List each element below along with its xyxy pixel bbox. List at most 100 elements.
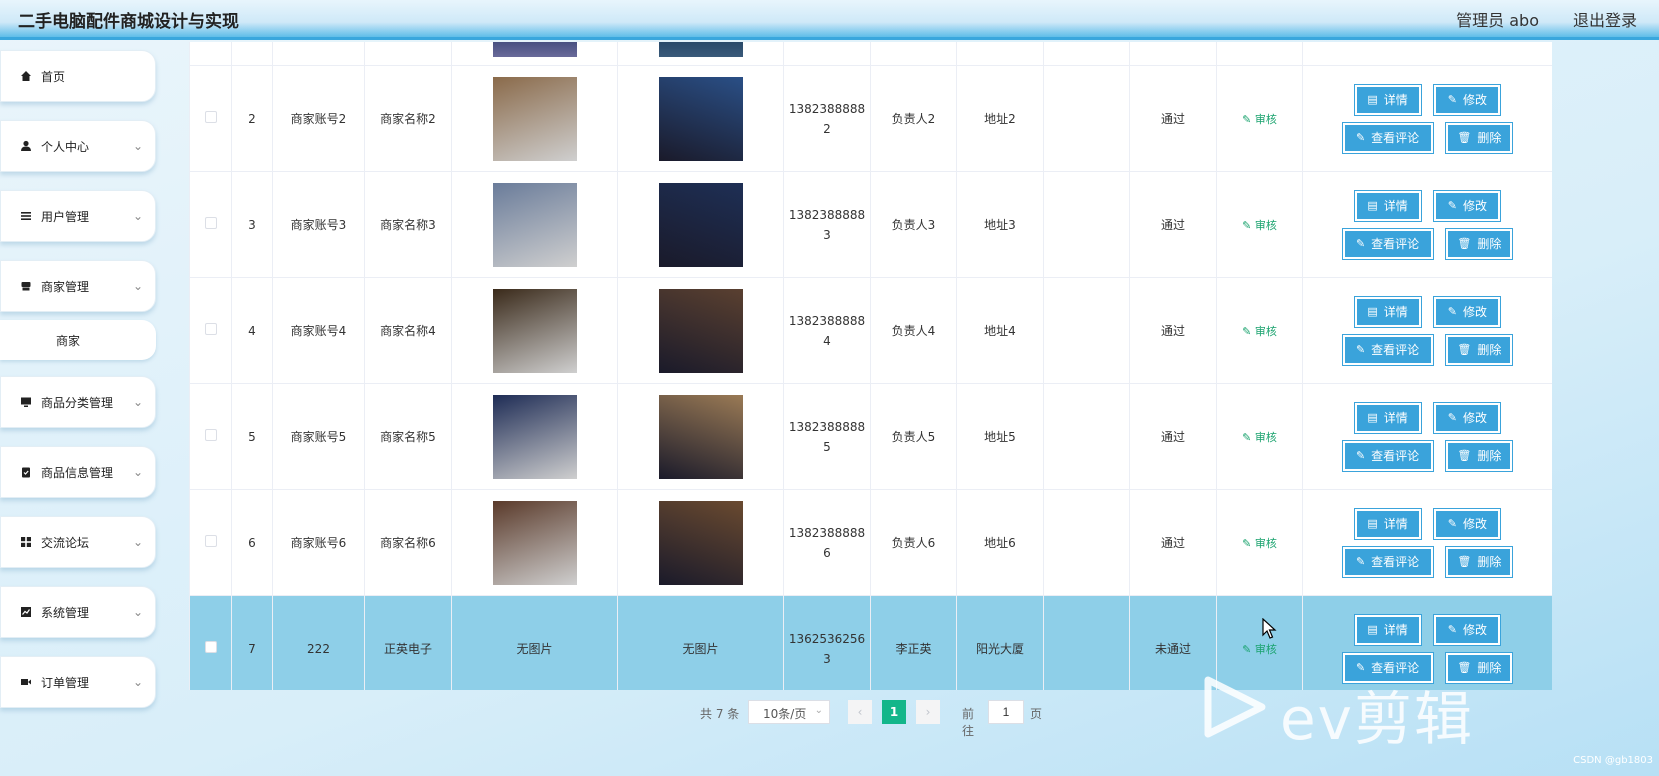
row-checkbox[interactable] xyxy=(204,535,217,547)
table-cell: 商家账号4 xyxy=(272,277,365,384)
audit-link[interactable]: ✎ 审核 xyxy=(1242,219,1277,232)
merchant-phone: 1362536256 3 xyxy=(788,631,866,666)
sidebar-item-category-management[interactable]: 商品分类管理 ⌄ xyxy=(0,376,156,428)
sidebar-item-personal-center[interactable]: 个人中心 ⌄ xyxy=(0,120,156,172)
chevron-down-icon: ⌄ xyxy=(132,535,143,549)
view-comments-button-label: 查看评论 xyxy=(1371,555,1420,569)
view-comments-button-label: 查看评论 xyxy=(1371,237,1420,251)
table-cell: 7 xyxy=(231,595,273,690)
document-icon: ▤ xyxy=(1367,623,1378,636)
sidebar-item-forum[interactable]: 交流论坛 ⌄ xyxy=(0,516,156,568)
table-cell xyxy=(1043,595,1130,690)
edit-button[interactable]: ✎ 修改 xyxy=(1433,401,1502,434)
delete-button[interactable]: 🗑 删除 xyxy=(1445,121,1514,154)
delete-button[interactable]: 🗑 删除 xyxy=(1445,227,1514,260)
delete-button-label: 删除 xyxy=(1477,449,1502,463)
goto-page-input[interactable] xyxy=(988,700,1024,724)
edit-button[interactable]: ✎ 修改 xyxy=(1433,189,1502,222)
audit-link[interactable]: ✎ 审核 xyxy=(1242,113,1277,126)
view-comments-button[interactable]: ✎ 查看评论 xyxy=(1341,545,1434,578)
merchant-account: 商家账号5 xyxy=(290,430,347,444)
audit-link[interactable]: ✎ 审核 xyxy=(1242,431,1277,444)
next-page-button[interactable]: › xyxy=(916,700,940,724)
sidebar-item-product-management[interactable]: 商品信息管理 ⌄ xyxy=(0,446,156,498)
audit-link[interactable]: ✎ 审核 xyxy=(1242,643,1277,656)
edit-button[interactable]: ✎ 修改 xyxy=(1433,613,1502,646)
sidebar-item-label: 商品信息管理 xyxy=(41,465,114,480)
table-cell: ✎ 审核 xyxy=(1216,171,1303,278)
edit-button[interactable]: ✎ 修改 xyxy=(1433,507,1502,540)
table-cell: 5 xyxy=(231,383,273,490)
detail-button[interactable]: ▤ 详情 xyxy=(1353,189,1422,222)
table-cell: 通过 xyxy=(1129,65,1217,172)
table-cell: 商家账号6 xyxy=(272,489,365,596)
detail-button[interactable]: ▤ 详情 xyxy=(1353,507,1422,540)
detail-button[interactable]: ▤ 详情 xyxy=(1353,83,1422,116)
list-icon xyxy=(19,209,33,223)
sidebar-item-home[interactable]: 首页 xyxy=(0,50,156,102)
merchant-contact: 负责人2 xyxy=(891,112,936,126)
row-actions: ▤ 详情 ✎ 修改 ✎ 查看评论 🗑 删除 xyxy=(1303,293,1552,369)
sidebar-item-label: 首页 xyxy=(41,69,66,84)
sidebar-item-merchant-management[interactable]: 商家管理 ⌄ xyxy=(0,260,156,312)
sidebar-item-system-management[interactable]: 系统管理 ⌄ xyxy=(0,586,156,638)
table-cell: 商家账号5 xyxy=(272,383,365,490)
view-comments-button[interactable]: ✎ 查看评论 xyxy=(1341,333,1434,366)
row-checkbox[interactable] xyxy=(204,429,217,441)
prev-page-button[interactable]: ‹ xyxy=(848,700,872,724)
row-checkbox[interactable] xyxy=(204,111,217,123)
view-comments-button[interactable]: ✎ 查看评论 xyxy=(1341,439,1434,472)
merchant-account: 商家账号6 xyxy=(290,536,347,550)
table-cell: 李正英 xyxy=(870,595,957,690)
view-comments-button[interactable]: ✎ 查看评论 xyxy=(1341,121,1434,154)
chevron-down-icon: ⌄ xyxy=(814,705,823,716)
table-row: 6 商家账号6 商家名称6 1382388888 6 负责人6 地址6 通过 ✎ 审核 ▤ 详情 … xyxy=(189,489,1552,596)
table-cell xyxy=(617,277,784,384)
sidebar-item-label: 商家管理 xyxy=(41,279,90,294)
detail-button[interactable]: ▤ 详情 xyxy=(1353,613,1422,646)
page-size-select[interactable]: 10条/页 ⌄ xyxy=(748,700,830,724)
edit-button[interactable]: ✎ 修改 xyxy=(1433,83,1502,116)
delete-button[interactable]: 🗑 删除 xyxy=(1445,439,1514,472)
merchant-name: 商家名称5 xyxy=(380,430,436,444)
row-checkbox[interactable] xyxy=(204,641,217,653)
table-cell xyxy=(451,383,618,490)
chart-icon xyxy=(19,605,33,619)
table-cell xyxy=(617,42,784,66)
delete-button-label: 删除 xyxy=(1477,343,1502,357)
table-cell xyxy=(1043,42,1130,66)
row-checkbox[interactable] xyxy=(204,323,217,335)
sidebar-item-user-management[interactable]: 用户管理 ⌄ xyxy=(0,190,156,242)
table-cell: 4 xyxy=(231,277,273,384)
table-cell: 通过 xyxy=(1129,277,1217,384)
detail-button[interactable]: ▤ 详情 xyxy=(1353,295,1422,328)
document-icon: ▤ xyxy=(1367,517,1378,530)
pencil-icon: ✎ xyxy=(1447,623,1457,636)
page-suffix: 页 xyxy=(1030,707,1043,721)
table-cell: 2 xyxy=(231,65,273,172)
table-cell xyxy=(451,489,618,596)
row-checkbox[interactable] xyxy=(204,217,217,229)
edit-button[interactable]: ✎ 修改 xyxy=(1433,295,1502,328)
audit-link[interactable]: ✎ 审核 xyxy=(1242,537,1277,550)
table-row xyxy=(189,42,1552,66)
sidebar-subitem-merchant[interactable]: 商家 xyxy=(0,320,156,360)
detail-button[interactable]: ▤ 详情 xyxy=(1353,401,1422,434)
store-image xyxy=(492,288,577,373)
audit-link[interactable]: ✎ 审核 xyxy=(1242,325,1277,338)
table-cell: 通过 xyxy=(1129,383,1217,490)
delete-button[interactable]: 🗑 删除 xyxy=(1445,333,1514,366)
edit-button-label: 修改 xyxy=(1463,305,1488,319)
document-icon: ▤ xyxy=(1367,199,1378,212)
table-cell: ▤ 详情 ✎ 修改 ✎ 查看评论 🗑 删除 xyxy=(1302,171,1552,278)
page-number-current[interactable]: 1 xyxy=(882,700,906,724)
table-cell xyxy=(617,171,784,278)
row-actions: ▤ 详情 ✎ 修改 ✎ 查看评论 🗑 删除 xyxy=(1303,187,1552,263)
pencil-icon: ✎ xyxy=(1447,93,1457,106)
logout-link[interactable]: 退出登录 xyxy=(1573,7,1637,31)
sidebar-item-order-management[interactable]: 订单管理 ⌄ xyxy=(0,656,156,708)
delete-button[interactable]: 🗑 删除 xyxy=(1445,545,1514,578)
sidebar-item-label: 用户管理 xyxy=(41,209,90,224)
store-image xyxy=(658,288,743,373)
view-comments-button[interactable]: ✎ 查看评论 xyxy=(1341,227,1434,260)
